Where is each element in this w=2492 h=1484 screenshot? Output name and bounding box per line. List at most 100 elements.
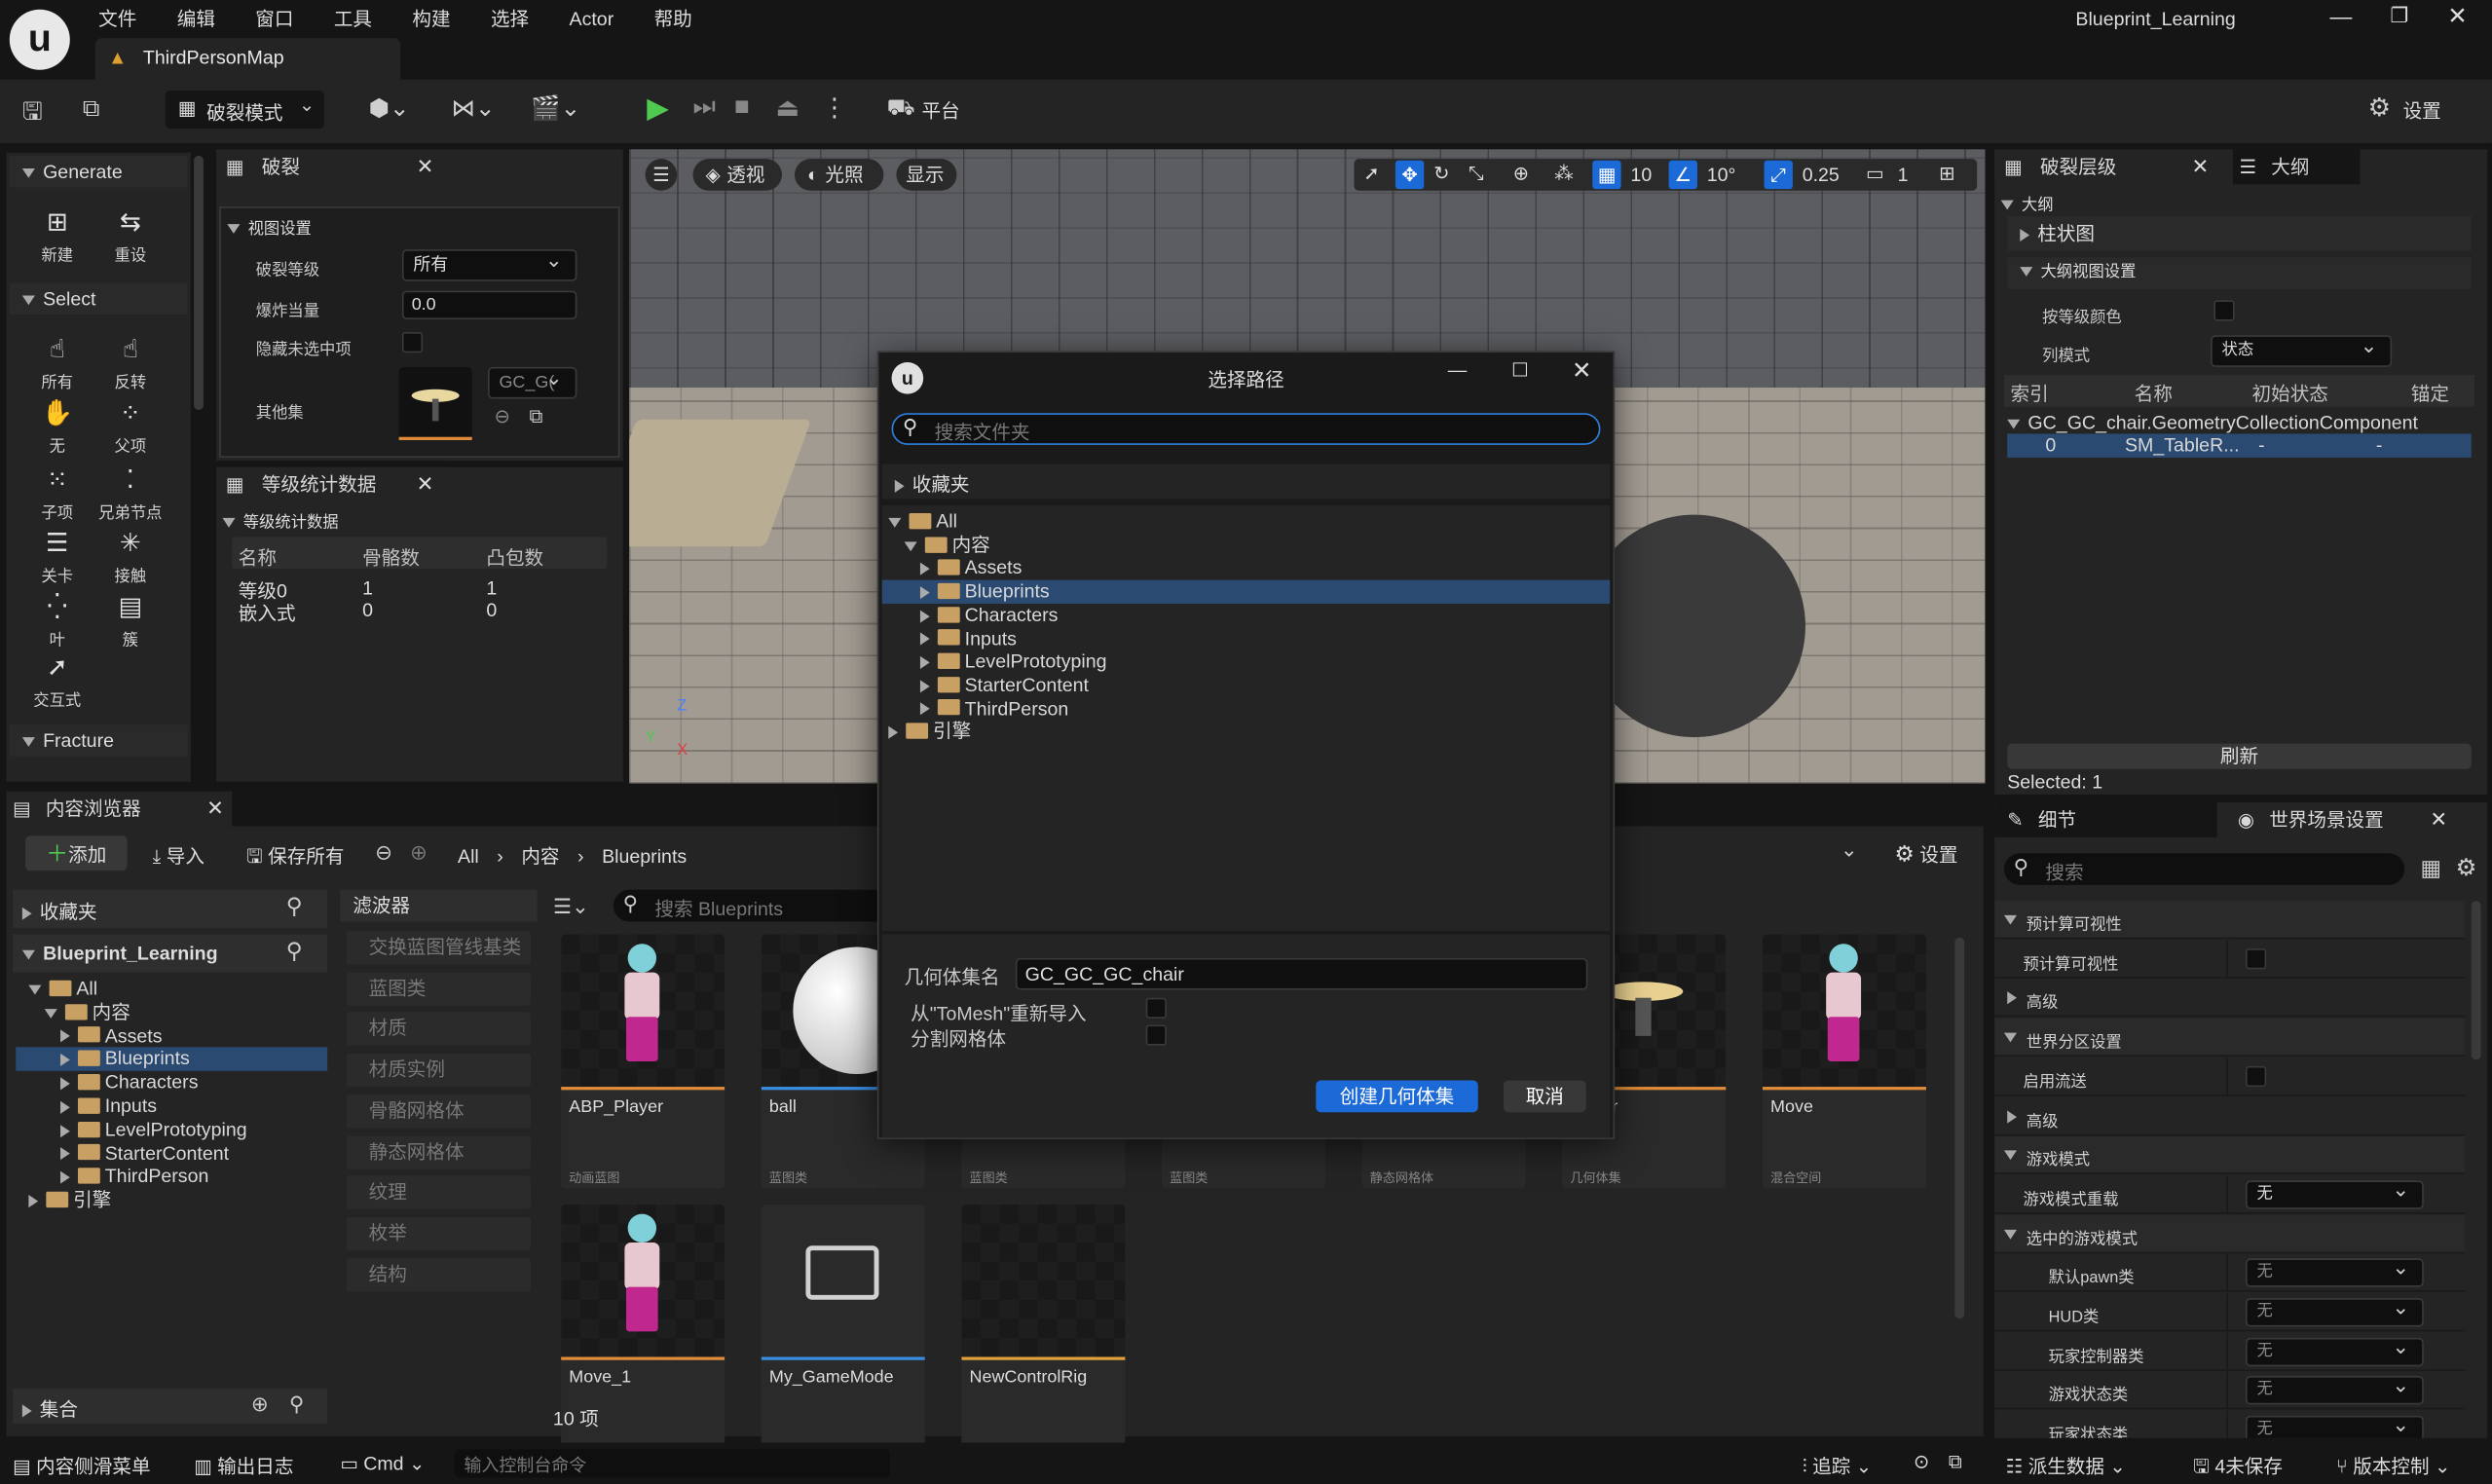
- details-checkbox[interactable]: [2246, 947, 2267, 969]
- map-tab[interactable]: ▲ ThirdPersonMap: [94, 38, 401, 80]
- filter-item[interactable]: 骨骼网格体: [346, 1094, 532, 1129]
- play-icon[interactable]: ▶: [647, 93, 669, 126]
- folder-tree-item[interactable]: Characters: [16, 1071, 327, 1094]
- details-row[interactable]: 高级: [1994, 979, 2466, 1018]
- dialog-favorites-header[interactable]: 收藏夹: [881, 464, 1611, 500]
- minimize-icon[interactable]: —: [2330, 3, 2353, 28]
- expander-icon[interactable]: [919, 609, 930, 623]
- close-icon[interactable]: ✕: [1572, 356, 1592, 385]
- close-icon[interactable]: ✕: [206, 796, 224, 821]
- folder-tree-item[interactable]: All: [16, 977, 327, 1000]
- menu-select[interactable]: 选择: [491, 8, 529, 30]
- expander-icon[interactable]: [904, 540, 917, 551]
- camera-speed-value[interactable]: 1: [1898, 164, 1909, 186]
- expander-icon[interactable]: [60, 1170, 70, 1184]
- output-log-button[interactable]: ▥ 输出日志: [194, 1452, 293, 1479]
- add-button[interactable]: ＋添加: [25, 835, 128, 872]
- screenshot-icon[interactable]: ⧉: [1949, 1451, 1962, 1474]
- menu-tools[interactable]: 工具: [334, 8, 372, 30]
- close-icon[interactable]: ✕: [417, 472, 434, 498]
- menu-build[interactable]: 构建: [412, 8, 450, 30]
- select-level-tool[interactable]: ☰ 关卡: [25, 528, 89, 586]
- stats-tab[interactable]: ▦ 等级统计数据: [215, 466, 449, 502]
- source-control-button[interactable]: ⑂ 版本控制 ⌄: [2336, 1452, 2450, 1479]
- outliner-section-header[interactable]: 大纲: [2000, 191, 2054, 214]
- folder-tree-item[interactable]: 引擎: [16, 1189, 327, 1212]
- select-section[interactable]: Select: [9, 282, 188, 315]
- restore-icon[interactable]: ❐: [2391, 3, 2409, 28]
- scale-icon[interactable]: ⤡: [1469, 162, 1484, 185]
- perspective-button[interactable]: ◈ 透视: [692, 159, 782, 191]
- menu-window[interactable]: 窗口: [255, 8, 293, 30]
- fracture-level-dropdown[interactable]: 所有: [401, 246, 577, 281]
- cmd-dropdown[interactable]: ▭ Cmd ⌄: [340, 1452, 425, 1474]
- scale-snap-value[interactable]: 0.25: [1803, 164, 1840, 186]
- dialog-folder-item[interactable]: Inputs: [882, 627, 1610, 650]
- outliner-view-settings[interactable]: 大纲视图设置: [2007, 257, 2472, 289]
- minimize-icon[interactable]: —: [1448, 359, 1468, 382]
- details-row[interactable]: 预计算可视性: [1994, 901, 2466, 940]
- add-actor-icon[interactable]: ⬢⌄: [369, 93, 410, 123]
- browse-folder-icon[interactable]: ⧉: [529, 405, 542, 428]
- folder-tree-item[interactable]: Assets: [16, 1024, 327, 1048]
- split-mesh-checkbox[interactable]: [1145, 1024, 1167, 1046]
- menu-help[interactable]: 帮助: [654, 8, 692, 30]
- collections-header[interactable]: 集合 ⊕ ⚲: [13, 1389, 328, 1425]
- stats-section-header[interactable]: 等级统计数据: [222, 508, 339, 533]
- folder-tree-item[interactable]: 内容: [16, 1001, 327, 1024]
- filter-item[interactable]: 枚举: [346, 1216, 532, 1250]
- eject-icon[interactable]: ⏏: [775, 93, 800, 125]
- view-settings-header[interactable]: 视图设置: [227, 214, 312, 239]
- platform-button[interactable]: ⛟ 平台: [883, 93, 988, 126]
- collection-name-input[interactable]: GC_GC_GC_chair: [1015, 957, 1588, 990]
- create-collection-button[interactable]: 创建几何体集: [1316, 1080, 1478, 1113]
- details-tab[interactable]: ✎ 细节: [1994, 802, 2217, 837]
- folder-tree-item[interactable]: Blueprints: [16, 1047, 328, 1072]
- stop-icon[interactable]: ■: [734, 93, 750, 122]
- asset-scrollbar[interactable]: [1954, 937, 1965, 1319]
- details-dropdown[interactable]: 无: [2246, 1413, 2424, 1438]
- details-row[interactable]: 高级: [1994, 1096, 2466, 1135]
- dialog-folder-item[interactable]: LevelPrototyping: [882, 650, 1610, 674]
- hide-unselected-checkbox[interactable]: [401, 332, 424, 353]
- close-icon[interactable]: ✕: [417, 154, 434, 179]
- asset-tile[interactable]: My_GameMode: [761, 1204, 925, 1459]
- path-chevron-down-icon[interactable]: ⌄: [1841, 837, 1858, 863]
- select-child-tool[interactable]: ⁙ 子项: [25, 464, 89, 523]
- outliner-tab[interactable]: ☰ 大纲: [2232, 149, 2361, 185]
- menu-edit[interactable]: 编辑: [177, 8, 215, 30]
- record-icon[interactable]: ⊙: [1914, 1451, 1929, 1473]
- col-index[interactable]: 索引: [2010, 380, 2048, 407]
- details-dropdown[interactable]: 无: [2246, 1334, 2424, 1366]
- dialog-folder-item[interactable]: 内容: [882, 534, 1610, 557]
- save-all-button[interactable]: 🖫 保存所有: [246, 842, 345, 875]
- skip-icon[interactable]: ⏭: [693, 93, 717, 122]
- project-header[interactable]: Blueprint_Learning ⚲: [13, 934, 328, 973]
- angle-snap-value[interactable]: 10°: [1707, 164, 1736, 186]
- hamburger-menu-icon[interactable]: ☰: [645, 159, 678, 191]
- expander-icon[interactable]: [919, 585, 930, 600]
- close-window-icon[interactable]: ✕: [2447, 2, 2468, 30]
- generate-section[interactable]: Generate: [9, 155, 188, 188]
- select-mode-icon[interactable]: ➚: [1363, 162, 1379, 184]
- select-none-tool[interactable]: ✋ 无: [25, 397, 89, 456]
- col-name[interactable]: 名称: [2135, 380, 2173, 407]
- asset-tile[interactable]: Move 混合空间: [1762, 934, 1926, 1189]
- import-button[interactable]: ⤓ 导入: [153, 842, 205, 870]
- world-icon[interactable]: ⊕: [1513, 162, 1529, 184]
- filter-item[interactable]: 结构: [346, 1257, 532, 1291]
- interactive-tool[interactable]: ➚ 交互式: [25, 651, 89, 710]
- filter-icon[interactable]: ☰⌄: [553, 895, 589, 920]
- expander-icon[interactable]: [60, 1124, 70, 1137]
- cancel-button[interactable]: 取消: [1503, 1080, 1586, 1113]
- new-tool[interactable]: ⊞ 新建: [25, 206, 89, 265]
- gear-icon[interactable]: ⚙: [2455, 853, 2476, 882]
- select-cluster-tool[interactable]: ▤ 簇: [98, 591, 162, 649]
- grid-snap-value[interactable]: 10: [1630, 164, 1652, 186]
- histogram-section[interactable]: 柱状图: [2007, 215, 2472, 251]
- col-anchored[interactable]: 锚定: [2411, 380, 2449, 407]
- filter-item[interactable]: 材质: [346, 1013, 532, 1047]
- asset-search[interactable]: ⚲ 搜索 Blueprints: [613, 889, 881, 922]
- filter-item[interactable]: 材质实例: [346, 1053, 532, 1088]
- filter-item[interactable]: 蓝图类: [346, 972, 532, 1006]
